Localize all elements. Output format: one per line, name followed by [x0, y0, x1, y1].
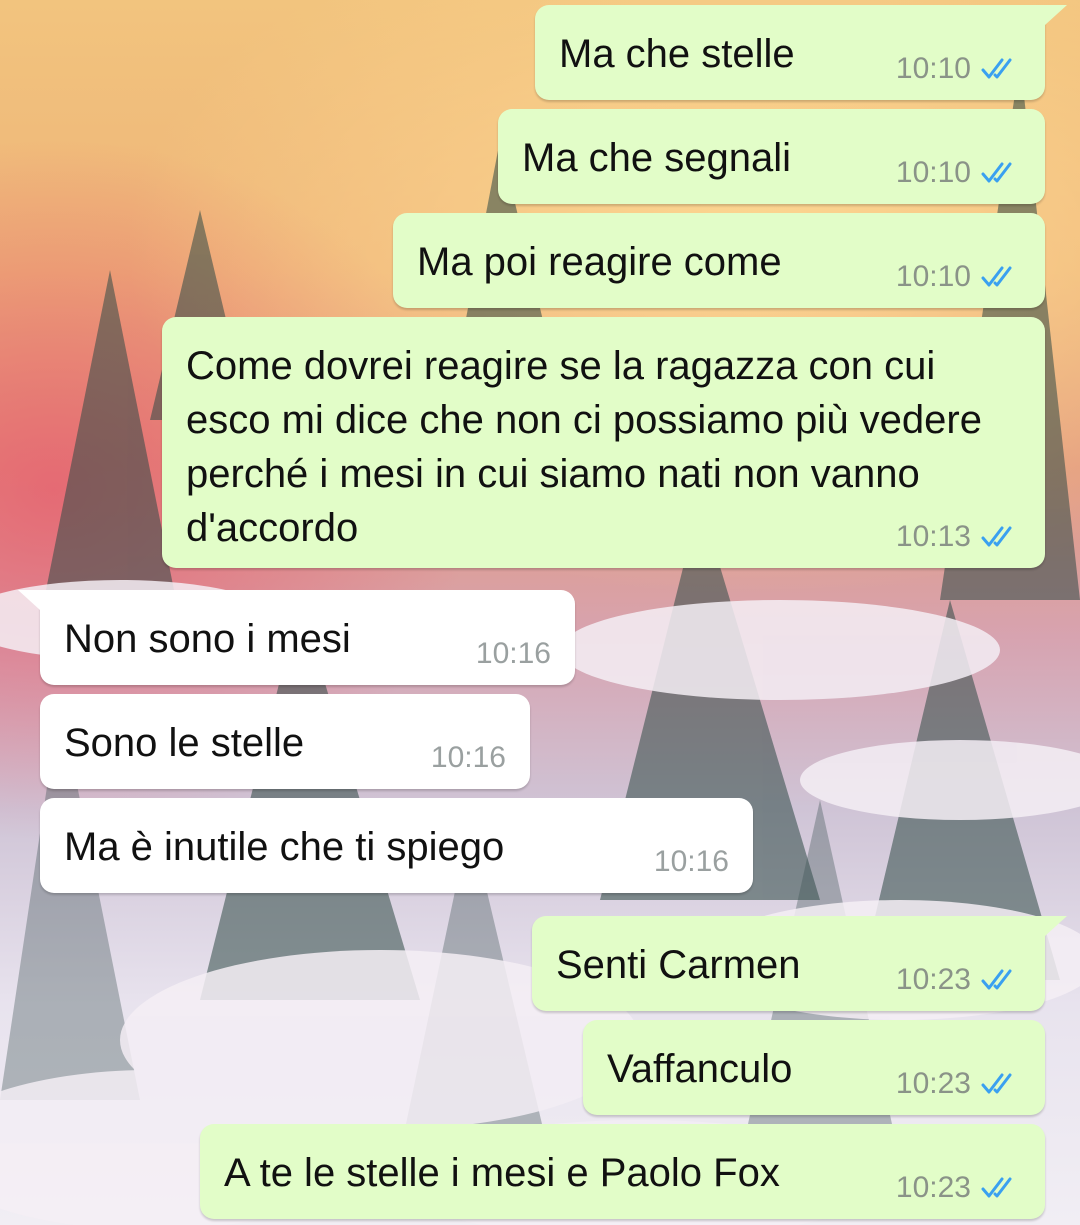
message-time: 10:16: [653, 845, 729, 878]
outgoing-message[interactable]: Ma poi reagire come 10:10: [393, 213, 1045, 308]
outgoing-message[interactable]: Ma che segnali 10:10: [498, 109, 1045, 204]
message-time: 10:23: [895, 1067, 971, 1100]
message-time: 10:16: [430, 741, 506, 774]
double-check-icon: [981, 1177, 1012, 1198]
message-meta: 10:16: [431, 741, 506, 775]
message-meta: 10:10: [896, 52, 1021, 86]
message-text: Senti Carmen: [556, 943, 801, 987]
outgoing-message[interactable]: Come dovrei reagire se la ragazza con cu…: [162, 317, 1045, 568]
message-text: Ma che stelle: [559, 32, 795, 76]
message-time: 10:23: [895, 1171, 971, 1204]
message-meta: 10:13: [896, 520, 1021, 554]
message-time: 10:10: [895, 156, 971, 189]
message-text: Ma poi reagire come: [417, 240, 782, 284]
message-meta: 10:16: [476, 637, 551, 671]
message-time: 10:13: [895, 520, 971, 553]
double-check-icon: [981, 526, 1012, 547]
incoming-message[interactable]: Ma è inutile che ti spiego 10:16: [40, 798, 753, 893]
message-text: Ma è inutile che ti spiego: [64, 825, 505, 869]
message-meta: 10:23: [896, 963, 1021, 997]
message-meta: 10:10: [896, 260, 1021, 294]
message-meta: 10:16: [654, 845, 729, 879]
incoming-message[interactable]: Sono le stelle 10:16: [40, 694, 530, 789]
message-text: Sono le stelle: [64, 721, 305, 765]
message-time: 10:10: [895, 260, 971, 293]
double-check-icon: [981, 1073, 1012, 1094]
double-check-icon: [981, 266, 1012, 287]
message-text: A te le stelle i mesi e Paolo Fox: [224, 1151, 780, 1195]
message-time: 10:23: [895, 963, 971, 996]
incoming-message[interactable]: Non sono i mesi 10:16: [18, 590, 575, 685]
double-check-icon: [981, 58, 1012, 79]
message-meta: 10:10: [896, 156, 1021, 190]
outgoing-message[interactable]: Senti Carmen 10:23: [532, 916, 1067, 1011]
message-time: 10:10: [895, 52, 971, 85]
message-time: 10:16: [475, 637, 551, 670]
message-meta: 10:23: [896, 1067, 1021, 1101]
outgoing-message[interactable]: Ma che stelle 10:10: [535, 5, 1067, 100]
double-check-icon: [981, 969, 1012, 990]
message-meta: 10:23: [896, 1171, 1021, 1205]
double-check-icon: [981, 162, 1012, 183]
message-text: Non sono i mesi: [64, 617, 351, 661]
message-text: Ma che segnali: [522, 136, 792, 180]
conversation[interactable]: Ma che stelle 10:10 Ma che segnali 10:10 Ma …: [0, 0, 1080, 1225]
outgoing-message[interactable]: Vaffanculo 10:23: [583, 1020, 1045, 1115]
outgoing-message[interactable]: A te le stelle i mesi e Paolo Fox 10:23: [200, 1124, 1045, 1219]
message-text: Come dovrei reagire se la ragazza con cu…: [186, 344, 982, 550]
message-text: Vaffanculo: [607, 1047, 793, 1091]
